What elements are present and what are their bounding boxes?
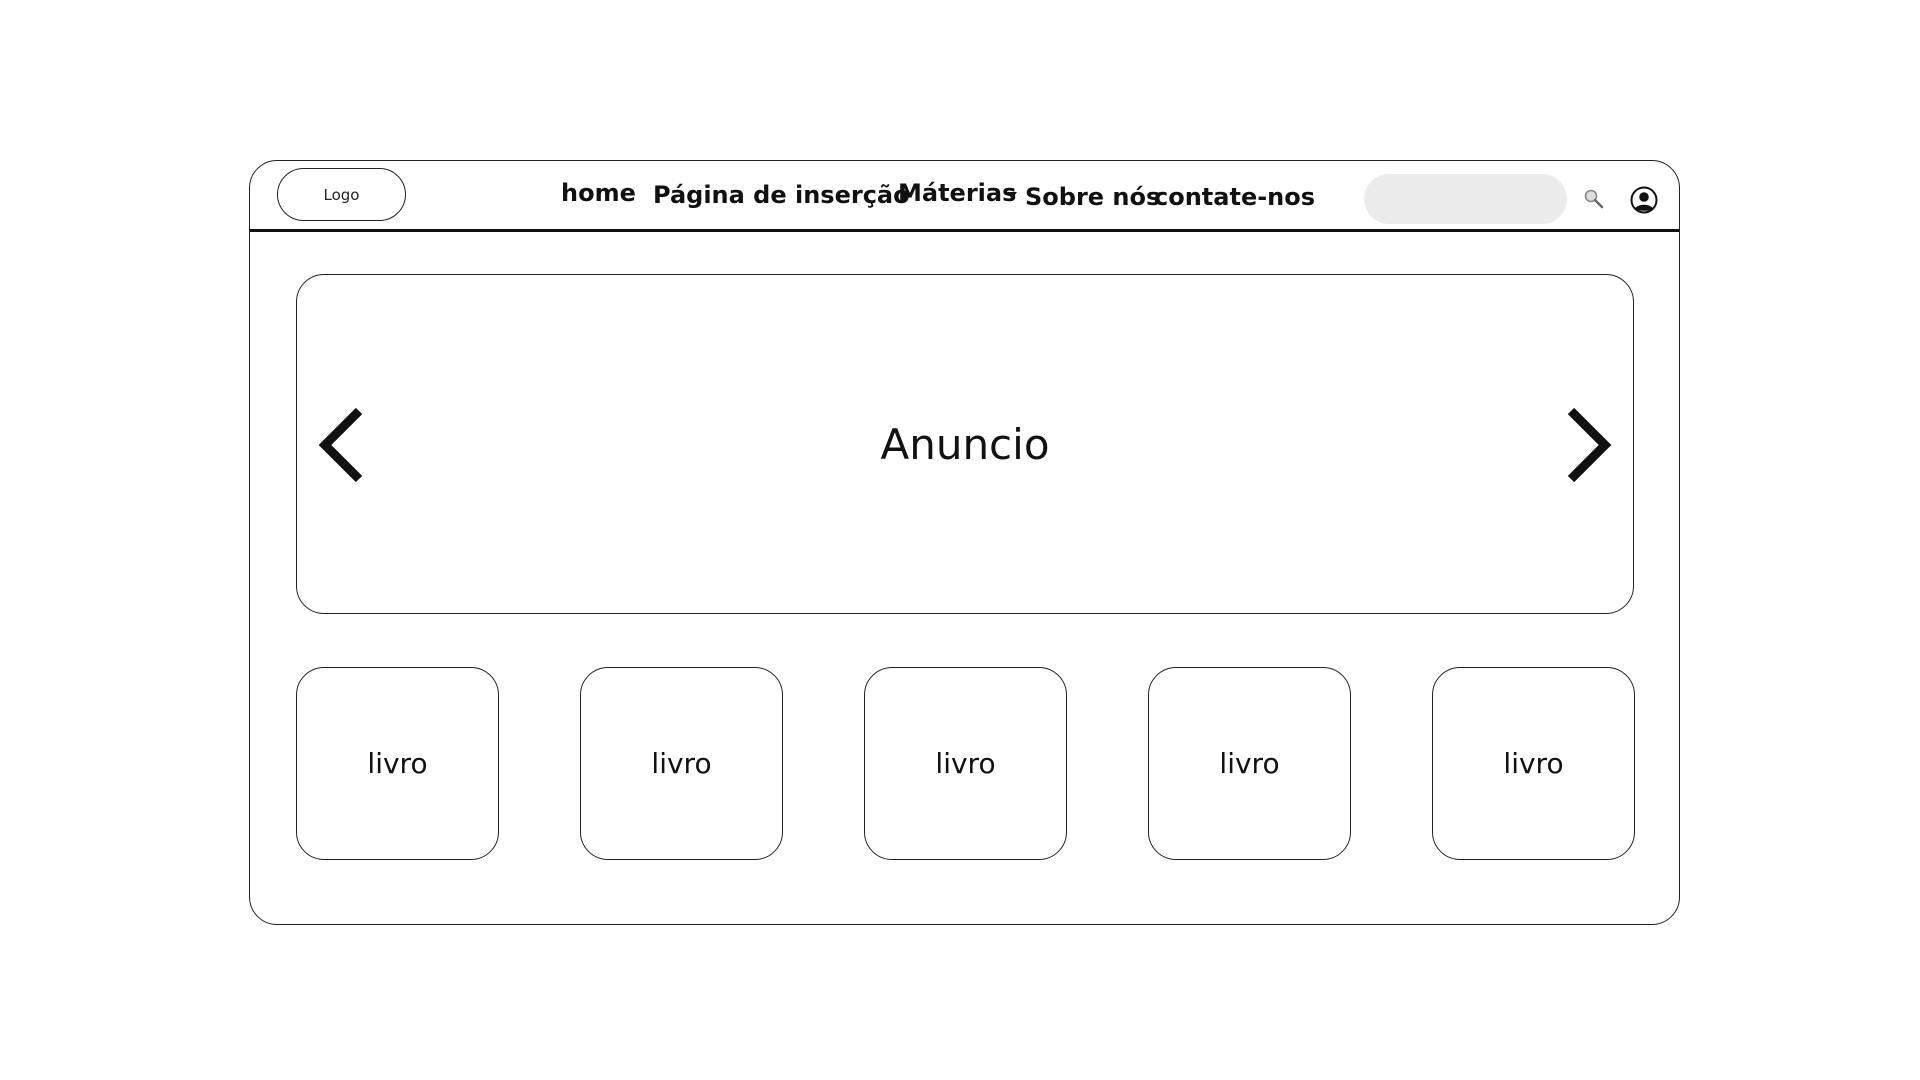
- caret-down-icon[interactable]: [1007, 192, 1017, 199]
- book-card[interactable]: livro: [1432, 667, 1635, 860]
- chevron-right-icon[interactable]: [1563, 405, 1613, 485]
- logo[interactable]: Logo: [277, 168, 406, 221]
- book-card[interactable]: livro: [1148, 667, 1351, 860]
- nav-link-home[interactable]: home: [561, 179, 636, 207]
- search-input[interactable]: [1364, 174, 1567, 224]
- book-card[interactable]: livro: [580, 667, 783, 860]
- top-navbar: Logo home Página de inserção Máterias So…: [250, 161, 1679, 232]
- ad-banner[interactable]: Anuncio: [296, 274, 1634, 614]
- nav-link-about[interactable]: Sobre nós: [1025, 183, 1160, 211]
- banner-title: Anuncio: [880, 420, 1050, 469]
- nav-link-insert-page[interactable]: Página de inserção: [653, 181, 910, 209]
- page-frame: Logo home Página de inserção Máterias So…: [249, 160, 1680, 925]
- user-icon[interactable]: [1630, 186, 1658, 214]
- book-card[interactable]: livro: [296, 667, 499, 860]
- book-card[interactable]: livro: [864, 667, 1067, 860]
- nav-link-subjects[interactable]: Máterias: [898, 179, 1016, 207]
- nav-link-contact[interactable]: contate-nos: [1154, 183, 1315, 211]
- search-icon[interactable]: [1583, 188, 1605, 210]
